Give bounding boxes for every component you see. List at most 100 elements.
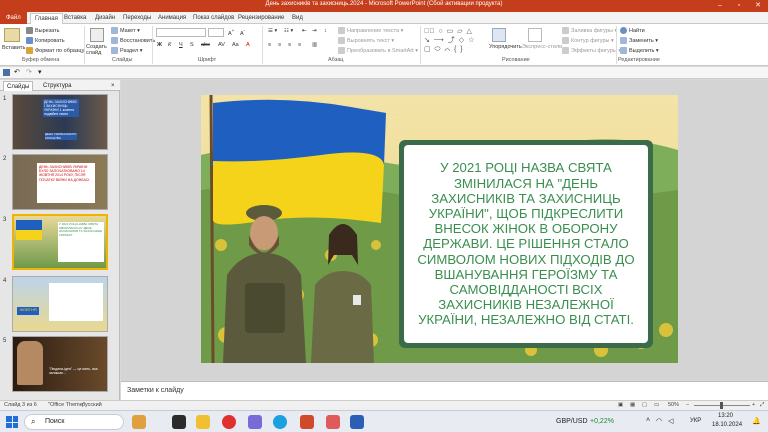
- numbering-button[interactable]: ☷ ▾: [284, 28, 293, 34]
- font-size-select[interactable]: [208, 28, 224, 37]
- tab-design[interactable]: Дизайн: [95, 13, 115, 24]
- align-center-button[interactable]: ≡: [278, 42, 281, 48]
- spacing-button[interactable]: AV: [218, 42, 225, 48]
- slide-thumbnail-4[interactable]: ЖОВТНЯ: [12, 276, 108, 332]
- language-indicator[interactable]: русский: [82, 402, 102, 408]
- widgets-icon[interactable]: [132, 415, 146, 429]
- slideshow-view-icon[interactable]: ▭: [654, 402, 659, 408]
- tray-chevron-icon[interactable]: ˄: [646, 417, 650, 424]
- tab-animation[interactable]: Анимация: [158, 13, 186, 24]
- slide-thumbnail-3[interactable]: У 2021 РОЦІ НАЗВА СВЯТА ЗМІНИЛАСЯ НА "ДЕ…: [12, 214, 108, 270]
- tab-slides[interactable]: Слайды: [3, 81, 34, 91]
- copy-button[interactable]: Копировать: [26, 37, 65, 44]
- section-button[interactable]: Раздел ▾: [111, 47, 142, 54]
- new-slide-icon[interactable]: [90, 28, 104, 42]
- zoom-level[interactable]: 50%: [668, 402, 679, 408]
- file-explorer-icon[interactable]: [196, 415, 210, 429]
- fit-slide-icon[interactable]: ⤢: [760, 402, 764, 409]
- shadow-button[interactable]: S: [190, 42, 194, 48]
- zoom-thumb[interactable]: [720, 402, 723, 409]
- tab-transitions[interactable]: Переходы: [123, 13, 151, 24]
- bold-button[interactable]: Ж: [157, 42, 162, 48]
- underline-button[interactable]: Ч: [179, 42, 183, 48]
- align-right-button[interactable]: ≡: [288, 42, 291, 48]
- notes-pane[interactable]: Заметки к слайду: [121, 381, 768, 400]
- select-button[interactable]: Выделить ▾: [620, 47, 659, 54]
- case-button[interactable]: Aa: [232, 42, 239, 48]
- tab-review[interactable]: Рецензирование: [238, 13, 284, 24]
- shape-outline-button[interactable]: Контур фигуры ▾: [562, 37, 614, 44]
- search-box[interactable]: ⌕ Поиск: [24, 414, 124, 430]
- close-button[interactable]: ✕: [750, 0, 766, 12]
- reading-view-icon[interactable]: ▢: [642, 402, 647, 408]
- strike-button[interactable]: abc: [201, 42, 210, 48]
- pdf-icon[interactable]: [326, 415, 340, 429]
- clock-time[interactable]: 13:20: [718, 413, 733, 419]
- tab-file[interactable]: Файл: [0, 12, 27, 24]
- opera-icon[interactable]: [222, 415, 236, 429]
- clock-date[interactable]: 18.10.2024: [712, 422, 742, 428]
- quick-styles-button[interactable]: Экспресс-стили: [522, 44, 562, 50]
- font-name-select[interactable]: [156, 28, 206, 37]
- close-icon[interactable]: ×: [108, 81, 118, 91]
- align-text-button[interactable]: Выровнять текст ▾: [338, 37, 394, 44]
- format-painter-button[interactable]: Формат по образцу: [26, 47, 84, 54]
- save-icon[interactable]: [3, 69, 10, 76]
- shrink-font-button[interactable]: A-: [240, 28, 245, 37]
- layout-button[interactable]: Макет ▾: [111, 27, 140, 34]
- indent-decrease-button[interactable]: ⇤: [302, 28, 307, 34]
- sorter-view-icon[interactable]: ▦: [630, 402, 635, 408]
- paste-icon[interactable]: [4, 28, 20, 42]
- tab-insert[interactable]: Вставка: [64, 13, 86, 24]
- line-spacing-button[interactable]: ↕: [324, 28, 327, 34]
- slide-body-text[interactable]: У 2021 РОЦІ НАЗВА СВЯТА ЗМІНИЛАСЯ НА "ДЕ…: [411, 147, 641, 341]
- tab-slideshow[interactable]: Показ слайдов: [193, 13, 234, 24]
- edge-icon[interactable]: [273, 415, 287, 429]
- zoom-in-icon[interactable]: +: [752, 402, 755, 408]
- justify-button[interactable]: ≡: [298, 42, 301, 48]
- new-slide-button[interactable]: Создать слайд: [86, 44, 110, 56]
- arrange-button[interactable]: Упорядочить: [489, 44, 522, 50]
- task-view-icon[interactable]: [172, 415, 186, 429]
- notifications-icon[interactable]: 🔔: [752, 417, 761, 425]
- keyboard-language[interactable]: УКР: [690, 418, 701, 424]
- arrange-icon[interactable]: [492, 28, 506, 42]
- start-icon[interactable]: [6, 416, 18, 428]
- bullets-button[interactable]: ☰ ▾: [268, 28, 277, 34]
- font-color-button[interactable]: A: [246, 42, 250, 48]
- ticker-name[interactable]: GBP/USD: [556, 418, 588, 425]
- normal-view-icon[interactable]: ▣: [618, 402, 623, 408]
- text-direction-button[interactable]: Направление текста ▾: [338, 27, 403, 34]
- slide-thumbnail-2[interactable]: ДЕНЬ ЗАХИСНИКІВ УКРАЇНИ БУЛО ЗАПОЧАТКОВА…: [12, 154, 108, 210]
- undo-icon[interactable]: ↶: [14, 68, 20, 76]
- wifi-icon[interactable]: ◠: [656, 417, 662, 425]
- paste-button[interactable]: Вставить: [2, 45, 25, 51]
- redo-icon[interactable]: ↷: [26, 68, 32, 76]
- slide-thumbnail-5[interactable]: "Людина-ідея" — це мить, яка залишає...: [12, 336, 108, 392]
- reset-button[interactable]: Восстановить: [111, 37, 155, 44]
- current-slide[interactable]: У 2021 РОЦІ НАЗВА СВЯТА ЗМІНИЛАСЯ НА "ДЕ…: [201, 95, 678, 363]
- indent-increase-button[interactable]: ⇥: [312, 28, 317, 34]
- smartart-button[interactable]: Преобразовать в SmartArt ▾: [338, 47, 418, 54]
- shapes-gallery[interactable]: ⬚⃞ ○ ▭ ▱ △ ↘ ⟶ ⤴ ◇ ☆ ▢ ⬭ ⌒ { }: [424, 27, 486, 55]
- grow-font-button[interactable]: A+: [228, 28, 234, 37]
- cut-button[interactable]: Вырезать: [26, 27, 59, 34]
- maximize-button[interactable]: ▫: [731, 0, 747, 12]
- replace-button[interactable]: Заменить ▾: [620, 37, 658, 44]
- speaker-icon[interactable]: ◁: [668, 417, 673, 425]
- tab-view[interactable]: Вид: [292, 13, 303, 24]
- minimize-button[interactable]: –: [712, 0, 728, 12]
- align-left-button[interactable]: ≡: [268, 42, 271, 48]
- italic-button[interactable]: К: [168, 42, 171, 48]
- shape-fill-button[interactable]: Заливка фигуры ▾: [562, 27, 617, 34]
- slide-thumbnail-1[interactable]: ДЕНЬ ЗАХИСНИКІВ І ЗАХИСНИЦЬ УКРАЇНИ 1 жо…: [12, 94, 108, 150]
- tab-outline[interactable]: Структура: [40, 81, 74, 91]
- copilot-icon[interactable]: [248, 415, 262, 429]
- customize-qat-icon[interactable]: ▾: [38, 68, 42, 76]
- word-icon[interactable]: [350, 415, 364, 429]
- powerpoint-icon[interactable]: [300, 415, 314, 429]
- quick-styles-icon[interactable]: [528, 28, 542, 42]
- columns-button[interactable]: ▥: [312, 42, 317, 48]
- zoom-out-icon[interactable]: −: [686, 402, 689, 408]
- tab-home[interactable]: Главная: [30, 13, 63, 24]
